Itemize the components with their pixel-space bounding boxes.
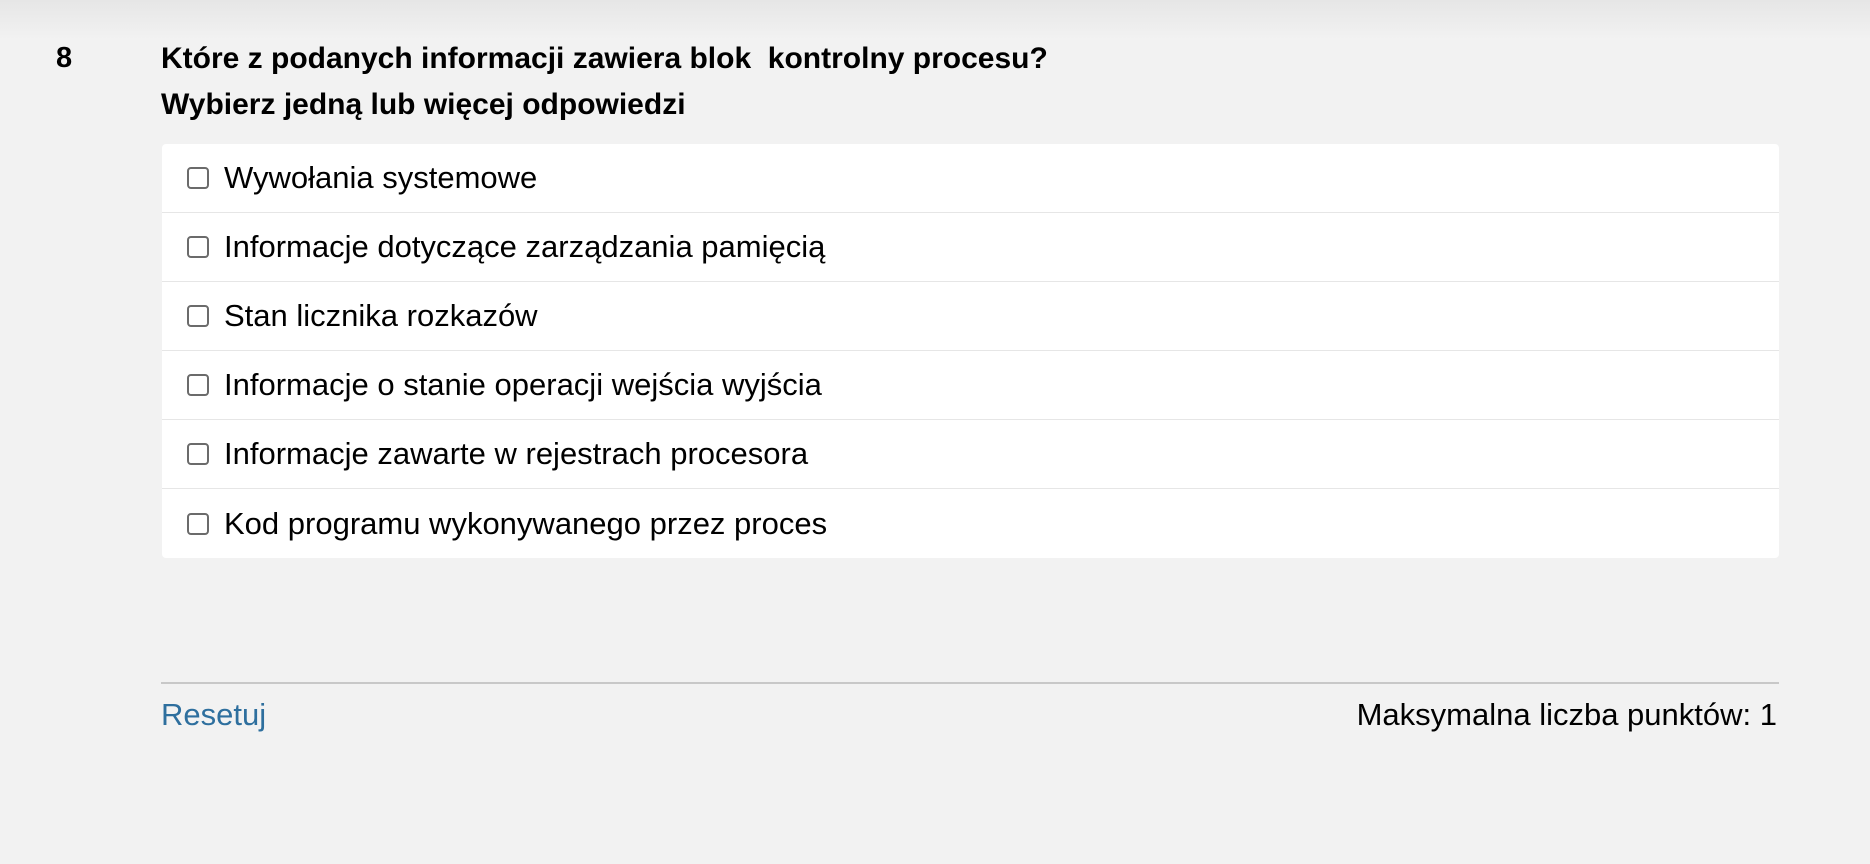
answer-option[interactable]: Informacje dotyczące zarządzania pamięci…: [162, 213, 1779, 282]
answer-checkbox[interactable]: [187, 305, 209, 327]
answer-label[interactable]: Informacje zawarte w rejestrach procesor…: [224, 436, 808, 472]
answer-option[interactable]: Informacje zawarte w rejestrach procesor…: [162, 420, 1779, 489]
answer-checkbox[interactable]: [187, 236, 209, 258]
answer-checkbox[interactable]: [187, 443, 209, 465]
answer-checkbox[interactable]: [187, 512, 209, 535]
answer-option[interactable]: Kod programu wykonywanego przez proces: [162, 489, 1779, 558]
answer-label[interactable]: Informacje dotyczące zarządzania pamięci…: [224, 229, 825, 265]
answer-option[interactable]: Wywołania systemowe: [162, 144, 1779, 213]
answer-list: Wywołania systemowe Informacje dotyczące…: [162, 144, 1779, 558]
answer-label[interactable]: Wywołania systemowe: [224, 160, 537, 196]
answer-label[interactable]: Informacje o stanie operacji wejścia wyj…: [224, 367, 822, 403]
footer-divider: [161, 682, 1779, 684]
answer-label[interactable]: Stan licznika rozkazów: [224, 298, 538, 334]
reset-link[interactable]: Resetuj: [161, 697, 266, 733]
answer-instruction: Wybierz jedną lub więcej odpowiedzi: [161, 88, 686, 121]
answer-option[interactable]: Stan licznika rozkazów: [162, 282, 1779, 351]
question-number: 8: [56, 42, 73, 74]
answer-checkbox[interactable]: [187, 374, 209, 396]
max-points-label: Maksymalna liczba punktów: 1: [1356, 697, 1777, 732]
answer-label[interactable]: Kod programu wykonywanego przez proces: [224, 506, 827, 542]
answer-checkbox[interactable]: [187, 167, 209, 189]
question-text: Które z podanych informacji zawiera blok…: [161, 42, 1048, 75]
top-shade: [0, 0, 1870, 40]
answer-option[interactable]: Informacje o stanie operacji wejścia wyj…: [162, 351, 1779, 420]
